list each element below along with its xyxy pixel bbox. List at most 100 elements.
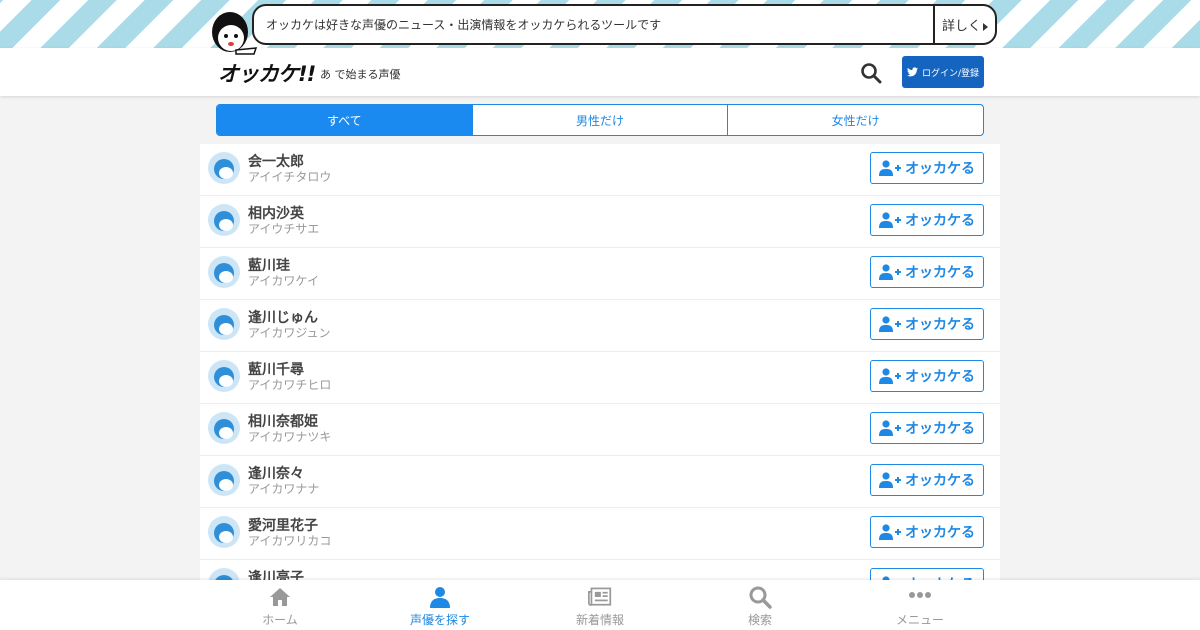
- nav-home[interactable]: ホーム: [200, 580, 360, 630]
- user-icon: [430, 587, 450, 608]
- avatar: [208, 204, 240, 236]
- actor-row[interactable]: 相川奈都姫 アイカワナツキ オッカケる: [200, 404, 1000, 456]
- search-icon: [749, 586, 772, 609]
- nav-menu[interactable]: メニュー: [840, 580, 1000, 630]
- nav-find-actors-label: 声優を探す: [409, 613, 470, 627]
- actor-name[interactable]: 相内沙英: [248, 206, 319, 222]
- header-bar: [0, 48, 1200, 96]
- actor-name[interactable]: 逢川じゅん: [248, 310, 331, 326]
- follow-button[interactable]: オッカケる: [870, 204, 984, 236]
- more-icon: [909, 592, 931, 598]
- avatar: [208, 152, 240, 184]
- follow-button[interactable]: オッカケる: [870, 256, 984, 288]
- actor-names: 相内沙英 アイウチサエ: [248, 206, 319, 236]
- follow-button[interactable]: オッカケる: [870, 308, 984, 340]
- nav-search[interactable]: 検索: [680, 580, 840, 630]
- user-plus-icon: [879, 368, 901, 384]
- banner-more-label: 詳しく: [941, 19, 981, 34]
- nav-menu-label: メニュー: [895, 613, 944, 627]
- banner-more-link[interactable]: 詳しく: [935, 15, 995, 34]
- actor-kana: アイカワジュン: [248, 326, 331, 340]
- newspaper-icon: [588, 587, 612, 606]
- twitter-icon: [906, 67, 918, 77]
- actor-name[interactable]: 藍川千尋: [248, 362, 331, 378]
- actor-kana: アイカワケイ: [248, 274, 320, 288]
- actor-name[interactable]: 相川奈都姫: [248, 414, 331, 430]
- actor-name[interactable]: 逢川亮子: [248, 570, 304, 580]
- actor-name[interactable]: 愛河里花子: [248, 518, 331, 534]
- avatar: [208, 308, 240, 340]
- actor-kana: アイカワナツキ: [248, 430, 332, 444]
- actor-row[interactable]: 逢川亮子 オッカケる: [200, 560, 1000, 580]
- follow-button[interactable]: オッカケる: [870, 412, 984, 444]
- user-plus-icon: [879, 472, 901, 488]
- actor-kana: アイカワナナ: [248, 482, 320, 496]
- actor-row[interactable]: 愛河里花子 アイカワリカコ オッカケる: [200, 508, 1000, 560]
- search-icon[interactable]: [860, 62, 882, 84]
- actor-names: 愛河里花子 アイカワリカコ: [248, 518, 331, 548]
- follow-button[interactable]: オッカケる: [870, 568, 984, 580]
- gender-filter-tabs: すべて 男性だけ 女性だけ: [216, 104, 984, 136]
- actor-row[interactable]: 相内沙英 アイウチサエ オッカケる: [200, 196, 1000, 248]
- tab-female[interactable]: 女性だけ: [727, 105, 983, 135]
- avatar: [208, 516, 240, 548]
- actor-names: 藍川千尋 アイカワチヒロ: [248, 362, 331, 392]
- avatar: [208, 464, 240, 496]
- tab-male[interactable]: 男性だけ: [471, 105, 728, 135]
- follow-button[interactable]: オッカケる: [870, 516, 984, 548]
- actor-row[interactable]: 会一太郎 アイイチタロウ オッカケる: [200, 144, 1000, 196]
- follow-label: オッカケる: [905, 213, 975, 229]
- page-subtitle: あ で始まる声優: [320, 68, 401, 81]
- actor-row[interactable]: 逢川奈々 アイカワナナ オッカケる: [200, 456, 1000, 508]
- actor-names: 逢川じゅん アイカワジュン: [248, 310, 331, 340]
- site-logo[interactable]: オッカケ!!: [218, 58, 316, 88]
- actor-kana: アイカワチヒロ: [248, 378, 332, 392]
- follow-label: オッカケる: [905, 317, 975, 333]
- actor-row[interactable]: 藍川千尋 アイカワチヒロ オッカケる: [200, 352, 1000, 404]
- actor-kana: アイイチタロウ: [248, 170, 332, 184]
- follow-button[interactable]: オッカケる: [870, 464, 984, 496]
- avatar: [208, 568, 240, 580]
- user-plus-icon: [879, 264, 901, 280]
- avatar: [208, 256, 240, 288]
- actor-names: 相川奈都姫 アイカワナツキ: [248, 414, 331, 444]
- follow-label: オッカケる: [905, 369, 975, 385]
- user-plus-icon: [879, 524, 901, 540]
- follow-label: オッカケる: [905, 161, 975, 177]
- follow-label: オッカケる: [905, 421, 975, 437]
- nav-news[interactable]: 新着情報: [520, 580, 680, 630]
- intro-banner: オッカケは好きな声優のニュース・出演情報をオッカケられるツールです 詳しく: [252, 4, 997, 45]
- actor-kana: アイウチサエ: [248, 222, 320, 236]
- voice-actor-list: 会一太郎 アイイチタロウ オッカケる 相内沙英 アイウチサエ オッカケる 藍川珪 アイカワケイ…: [200, 144, 1000, 580]
- user-plus-icon: [879, 420, 901, 436]
- user-plus-icon: [879, 316, 901, 332]
- actor-names: 逢川奈々 アイカワナナ: [248, 466, 319, 496]
- actor-name[interactable]: 会一太郎: [248, 154, 331, 170]
- actor-kana: アイカワリカコ: [248, 534, 332, 548]
- user-plus-icon: [879, 160, 901, 176]
- nav-home-label: ホーム: [262, 613, 298, 627]
- actor-names: 逢川亮子: [248, 570, 304, 580]
- actor-name[interactable]: 逢川奈々: [248, 466, 319, 482]
- follow-label: オッカケる: [905, 525, 975, 541]
- nav-find-actors[interactable]: 声優を探す: [360, 580, 520, 630]
- actor-name[interactable]: 藍川珪: [248, 258, 319, 274]
- actor-names: 藍川珪 アイカワケイ: [248, 258, 319, 288]
- follow-button[interactable]: オッカケる: [870, 360, 984, 392]
- nav-search-label: 検索: [747, 613, 772, 627]
- login-button[interactable]: ログイン/登録: [902, 56, 984, 88]
- follow-label: オッカケる: [905, 265, 975, 281]
- user-plus-icon: [879, 212, 901, 228]
- caret-right-icon: [983, 22, 988, 31]
- banner-text: オッカケは好きな声優のニュース・出演情報をオッカケられるツールです: [266, 18, 662, 32]
- nav-news-label: 新着情報: [575, 613, 624, 627]
- avatar: [208, 412, 240, 444]
- home-icon: [270, 588, 290, 606]
- avatar: [208, 360, 240, 392]
- actor-row[interactable]: 藍川珪 アイカワケイ オッカケる: [200, 248, 1000, 300]
- tab-all[interactable]: すべて: [217, 105, 472, 135]
- actor-row[interactable]: 逢川じゅん アイカワジュン オッカケる: [200, 300, 1000, 352]
- actor-names: 会一太郎 アイイチタロウ: [248, 154, 331, 184]
- follow-button[interactable]: オッカケる: [870, 152, 984, 184]
- bottom-nav: ホーム 声優を探す 新着情報 検索 メニュー: [0, 580, 1200, 630]
